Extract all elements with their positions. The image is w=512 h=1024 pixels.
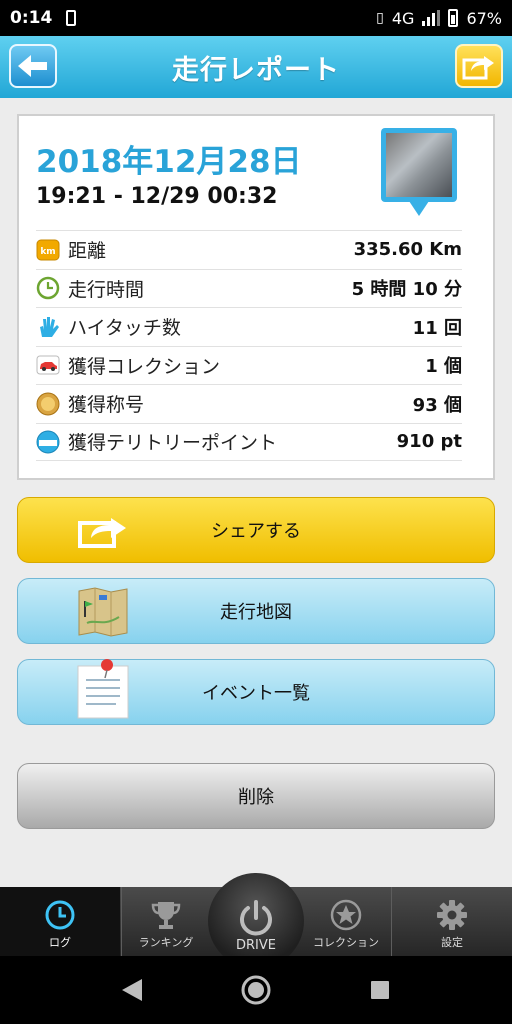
event-list-button-label: イベント一覧 [202, 683, 310, 704]
stat-value: 5 時間 10 分 [351, 279, 462, 301]
clock-icon [36, 276, 60, 300]
stat-value: 1 個 [425, 356, 462, 378]
nav-recents-button[interactable] [364, 974, 396, 1006]
stat-value: 335.60 Km [353, 239, 462, 261]
battery-icon [448, 9, 459, 27]
recents-square-icon [371, 981, 389, 999]
map-icon [76, 585, 130, 639]
vibrate-icon: ▯ [376, 10, 384, 26]
status-time: 0:14 [10, 8, 53, 28]
stat-label: ハイタッチ数 [68, 317, 181, 340]
drive-button[interactable]: DRIVE [208, 873, 304, 969]
arrow-left-icon [18, 55, 47, 77]
stat-value: 910 pt [396, 431, 462, 453]
delete-button-label: 削除 [238, 787, 274, 808]
report-stats: km 距離 335.60 Km 走行時間 5 時間 10 分 ハイタッチ数 11… [36, 230, 462, 461]
tab-label: ログ [49, 936, 71, 949]
car-photo[interactable] [381, 128, 457, 216]
medal-icon [36, 392, 60, 416]
car-image [386, 133, 452, 197]
drive-label: DRIVE [236, 938, 276, 953]
battery-level: 67% [466, 8, 502, 28]
network-type: 4G [391, 8, 415, 28]
stat-label: 距離 [68, 240, 107, 263]
trophy-icon [151, 902, 181, 929]
report-card: 2018年12月28日 19:21 - 12/29 00:32 km 距離 33… [17, 114, 495, 480]
stat-row-high-five: ハイタッチ数 11 回 [36, 307, 462, 346]
share-icon [462, 56, 494, 80]
tab-ranking[interactable]: ランキング [122, 887, 210, 956]
stat-row-drive-time: 走行時間 5 時間 10 分 [36, 268, 462, 308]
notification-icon [66, 10, 77, 26]
nav-home-button[interactable] [240, 974, 272, 1006]
share-button[interactable]: シェアする [17, 497, 495, 563]
spot-icon [36, 430, 60, 454]
status-bar: 0:14 ▯ 4G 67% [0, 0, 512, 36]
tab-settings[interactable]: 設定 [392, 887, 512, 956]
car-collection-icon [36, 353, 60, 377]
report-date: 2018年12月28日 [36, 144, 302, 180]
tab-collection[interactable]: コレクション [302, 887, 390, 956]
stat-label: 獲得コレクション [68, 355, 221, 378]
star-icon [330, 899, 362, 931]
stat-row-distance: km 距離 335.60 Km [36, 230, 462, 269]
home-circle-icon [241, 975, 271, 1005]
route-map-button[interactable]: 走行地図 [17, 578, 495, 644]
share-icon [76, 504, 130, 558]
app-header: 走行レポート [0, 36, 512, 98]
report-time-range: 19:21 - 12/29 00:32 [36, 184, 278, 209]
stat-label: 走行時間 [68, 278, 145, 301]
share-button-label: シェアする [211, 521, 301, 542]
stat-label: 獲得称号 [68, 394, 145, 417]
tab-label: コレクション [313, 936, 379, 949]
stat-value: 93 個 [412, 394, 462, 416]
nav-back-button[interactable] [116, 974, 148, 1006]
power-icon [240, 900, 272, 936]
event-list-button[interactable]: イベント一覧 [17, 659, 495, 725]
log-clock-icon [45, 900, 75, 930]
stat-row-titles: 獲得称号 93 個 [36, 384, 462, 423]
gear-icon [437, 900, 467, 930]
system-navigation-bar [0, 956, 512, 1024]
stat-row-collection: 獲得コレクション 1 個 [36, 345, 462, 385]
signal-icon [422, 10, 441, 26]
page-title: 走行レポート [172, 54, 340, 86]
tab-label: ランキング [138, 936, 194, 949]
svg-text:km: km [40, 247, 55, 257]
stat-value: 11 回 [412, 317, 462, 339]
high-five-icon [36, 315, 60, 339]
tab-log[interactable]: ログ [0, 887, 120, 956]
tab-label: 設定 [441, 936, 463, 949]
km-icon: km [36, 238, 60, 262]
delete-button[interactable]: 削除 [17, 763, 495, 829]
header-share-button[interactable] [455, 44, 503, 88]
memo-pin-icon [76, 659, 130, 720]
stat-label: 獲得テリトリーポイント [68, 432, 278, 455]
route-map-button-label: 走行地図 [220, 602, 292, 623]
back-button[interactable] [9, 44, 57, 88]
back-triangle-icon [122, 979, 142, 1001]
stat-row-territory-points: 獲得テリトリーポイント 910 pt [36, 422, 462, 461]
